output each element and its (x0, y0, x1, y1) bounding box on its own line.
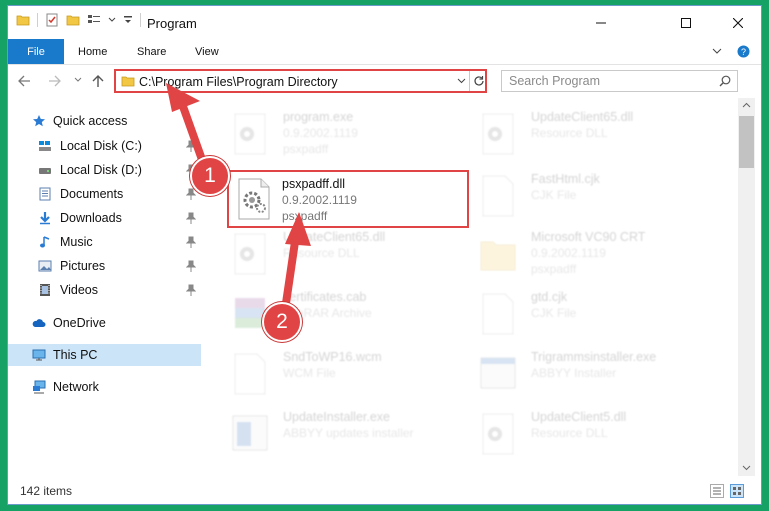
callout-badge-1: 1 (190, 156, 230, 196)
arrow-1 (166, 83, 209, 172)
arrow-2 (281, 212, 311, 314)
annotation-arrows (166, 83, 311, 314)
callout-badge-2: 2 (262, 302, 302, 342)
